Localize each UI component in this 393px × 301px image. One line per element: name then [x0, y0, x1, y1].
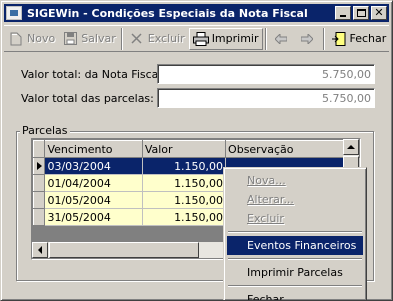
- cell-valor[interactable]: 1.150,00: [142, 157, 227, 175]
- close-button[interactable]: ✕: [371, 6, 387, 20]
- cell-valor[interactable]: 1.150,00: [142, 191, 227, 209]
- excluir-button[interactable]: Excluir: [126, 28, 188, 50]
- cell-vencimento[interactable]: 03/03/2004: [44, 157, 143, 175]
- cell-vencimento[interactable]: 01/04/2004: [44, 174, 143, 192]
- fechar-button[interactable]: Fechar: [328, 28, 390, 50]
- window: SIGEWin - Condições Especiais da Nota Fi…: [0, 0, 393, 301]
- column-header-valor[interactable]: Valor: [141, 140, 227, 158]
- valor-nota-field[interactable]: 5.750,00: [157, 64, 375, 84]
- row-indicator: [32, 191, 46, 209]
- minimize-icon: [340, 15, 346, 17]
- arrow-left-icon: [273, 32, 289, 46]
- menu-item-imprimir-parcelas[interactable]: Imprimir Parcelas: [227, 263, 363, 282]
- current-row-icon: [36, 161, 42, 170]
- menu-item-fechar-label: Fechar: [247, 293, 284, 301]
- app-icon[interactable]: [6, 6, 22, 20]
- scroll-left-button[interactable]: [32, 242, 48, 258]
- menu-item-excluir-label: Excluir: [247, 212, 284, 225]
- printer-icon: [192, 31, 209, 46]
- valor-parcelas-label: Valor total das parcelas:: [21, 92, 154, 105]
- window-title: SIGEWin - Condições Especiais da Nota Fi…: [27, 6, 308, 20]
- next-button[interactable]: [296, 28, 321, 50]
- parcelas-group-title: Parcelas: [20, 124, 70, 137]
- menu-item-eventos-financeiros[interactable]: Eventos Financeiros: [227, 236, 363, 255]
- column-header-vencimento[interactable]: Vencimento: [44, 140, 143, 158]
- novo-label: Novo: [27, 32, 56, 45]
- new-document-icon: [8, 32, 24, 46]
- save-icon: [62, 32, 78, 46]
- close-icon: ✕: [374, 6, 384, 19]
- menu-separator: [228, 231, 362, 233]
- scroll-thumb[interactable]: [49, 242, 199, 258]
- arrow-right-icon: [299, 32, 315, 46]
- menu-item-imprimir-label: Imprimir Parcelas: [247, 266, 343, 279]
- arrow-left-icon: [38, 246, 42, 254]
- valor-parcelas-field[interactable]: 5.750,00: [157, 88, 375, 108]
- menu-item-excluir[interactable]: Excluir: [227, 209, 363, 228]
- exit-door-icon: [331, 31, 347, 46]
- salvar-label: Salvar: [81, 32, 116, 45]
- cell-vencimento[interactable]: 01/05/2004: [44, 191, 143, 209]
- fechar-label: Fechar: [349, 32, 387, 45]
- salvar-button[interactable]: Salvar: [59, 28, 119, 50]
- delete-icon: [129, 32, 145, 46]
- valor-nota-label: Valor total: da Nota Fiscal: [21, 68, 162, 81]
- menu-item-nova-label: Nova...: [247, 174, 286, 187]
- menu-separator: [228, 258, 362, 260]
- toolbar-separator: [264, 27, 267, 50]
- cell-valor[interactable]: 1.150,00: [142, 174, 227, 192]
- title-bar: SIGEWin - Condições Especiais da Nota Fi…: [4, 4, 389, 22]
- imprimir-label: Imprimir: [211, 32, 259, 45]
- context-menu: Nova... Alterar... Excluir Eventos Finan…: [223, 167, 367, 301]
- menu-item-alterar[interactable]: Alterar...: [227, 190, 363, 209]
- grid-corner: [32, 140, 46, 158]
- maximize-icon: [356, 9, 366, 17]
- row-indicator: [32, 208, 46, 226]
- toolbar-separator: [322, 27, 325, 50]
- arrow-up-icon: [347, 145, 355, 149]
- previous-button[interactable]: [270, 28, 295, 50]
- row-indicator: [32, 157, 46, 175]
- grid-horizontal-scrollbar[interactable]: [32, 242, 227, 258]
- toolbar: Novo Salvar Excluir Imprimir Fechar: [4, 25, 389, 52]
- scroll-up-button[interactable]: [343, 139, 359, 155]
- menu-item-alterar-label: Alterar...: [247, 193, 294, 206]
- menu-item-eventos-label: Eventos Financeiros: [247, 239, 357, 252]
- cell-valor[interactable]: 1.150,00: [142, 208, 227, 226]
- maximize-button[interactable]: [353, 6, 369, 20]
- minimize-button[interactable]: [335, 6, 351, 20]
- row-indicator: [32, 174, 46, 192]
- menu-item-nova[interactable]: Nova...: [227, 171, 363, 190]
- menu-separator: [228, 285, 362, 287]
- excluir-label: Excluir: [147, 32, 185, 45]
- column-header-observacao[interactable]: Observação: [225, 140, 360, 158]
- novo-button[interactable]: Novo: [5, 28, 58, 50]
- imprimir-button[interactable]: Imprimir: [188, 27, 263, 50]
- cell-vencimento[interactable]: 31/05/2004: [44, 208, 143, 226]
- menu-item-fechar[interactable]: Fechar: [227, 290, 363, 301]
- grid-header-row: Vencimento Valor Observação: [32, 140, 360, 158]
- toolbar-separator: [120, 27, 123, 50]
